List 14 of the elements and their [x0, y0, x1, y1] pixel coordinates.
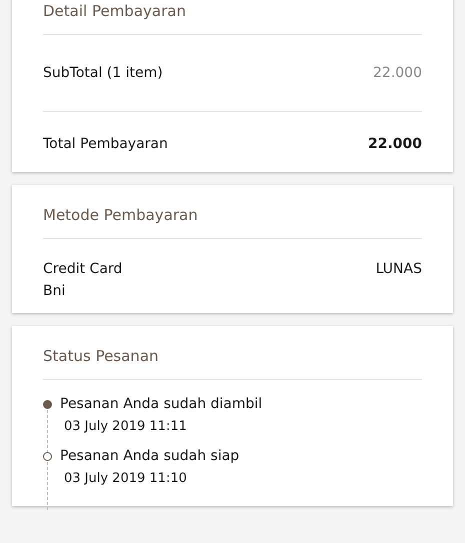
payment-status: LUNAS [376, 261, 422, 279]
row-label: Total Pembayaran [43, 136, 168, 152]
row-value: 22.000 [368, 136, 422, 152]
bank-name: Bni [43, 283, 66, 299]
payment-method: Credit Card [43, 261, 122, 277]
section-title: Metode Pembayaran [43, 185, 422, 239]
status-time: 03 July 2019 11:10 [64, 471, 188, 486]
section-title: Detail Pembayaran [43, 0, 422, 35]
status-text: Pesanan Anda sudah diambil [60, 396, 262, 412]
status-text: Pesanan Anda sudah siap [60, 448, 240, 464]
section-title: Status Pesanan [43, 326, 422, 380]
row-value: 22.000 [373, 65, 422, 81]
status-time: 03 July 2019 11:11 [64, 419, 188, 434]
row-label: SubTotal (1 item) [43, 65, 163, 81]
